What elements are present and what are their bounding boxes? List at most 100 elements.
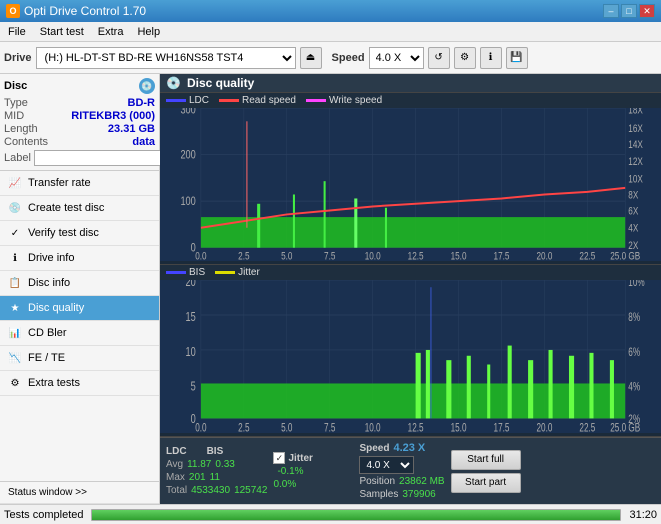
svg-text:6%: 6%	[628, 347, 640, 360]
start-full-button[interactable]: Start full	[451, 450, 521, 470]
eject-button[interactable]: ⏏	[300, 47, 322, 69]
disc-label-label: Label	[4, 152, 31, 164]
stats-area: LDC BIS Avg 11.87 0.33 Max 201 11 Total …	[160, 437, 661, 504]
legend-ldc: LDC	[166, 95, 209, 106]
disc-quality-icon: ★	[8, 301, 22, 315]
speed-select[interactable]: 4.0 X	[369, 47, 424, 69]
mid-value: RITEKBR3 (000)	[71, 110, 155, 122]
bis-max: 11	[210, 472, 220, 483]
disc-icon: 💿	[139, 78, 155, 94]
content-title: Disc quality	[187, 76, 254, 90]
maximize-button[interactable]: □	[621, 4, 637, 18]
nav-fe-te-label: FE / TE	[28, 352, 65, 364]
progress-container	[91, 509, 621, 521]
max-label: Max	[166, 472, 185, 483]
content-header: 💿 Disc quality	[160, 74, 661, 93]
nav-disc-quality[interactable]: ★ Disc quality	[0, 296, 159, 321]
nav-drive-info[interactable]: ℹ Drive info	[0, 246, 159, 271]
nav-disc-info[interactable]: 📋 Disc info	[0, 271, 159, 296]
svg-text:15.0: 15.0	[451, 422, 467, 433]
svg-text:17.5: 17.5	[494, 422, 510, 433]
bis-legend-color	[166, 271, 186, 274]
svg-text:12.5: 12.5	[408, 422, 424, 433]
nav-verify-test-disc[interactable]: ✓ Verify test disc	[0, 221, 159, 246]
contents-label: Contents	[4, 136, 48, 148]
read-speed-legend-label: Read speed	[242, 95, 296, 106]
settings-button[interactable]: ⚙	[454, 47, 476, 69]
nav-disc-info-label: Disc info	[28, 277, 70, 289]
svg-text:10X: 10X	[628, 174, 643, 186]
nav-transfer-rate[interactable]: 📈 Transfer rate	[0, 171, 159, 196]
bis-total: 125742	[234, 485, 267, 496]
status-time: 31:20	[629, 509, 657, 521]
menu-start-test[interactable]: Start test	[34, 24, 90, 40]
close-button[interactable]: ✕	[639, 4, 655, 18]
status-text: Tests completed	[4, 509, 83, 521]
svg-text:15.0: 15.0	[451, 251, 467, 261]
type-label: Type	[4, 97, 28, 109]
svg-text:10.0: 10.0	[365, 422, 381, 433]
menu-file[interactable]: File	[2, 24, 32, 40]
svg-text:0.0: 0.0	[195, 422, 207, 433]
nav-extra-tests[interactable]: ⚙ Extra tests	[0, 371, 159, 396]
drive-label: Drive	[4, 52, 32, 64]
mid-label: MID	[4, 110, 24, 122]
disc-label-input[interactable]	[34, 150, 172, 166]
app-icon: O	[6, 4, 20, 18]
nav-cd-bler[interactable]: 📊 CD Bler	[0, 321, 159, 346]
svg-text:10%: 10%	[628, 280, 644, 289]
status-window-button[interactable]: Status window >>	[0, 481, 159, 504]
disc-info-icon: 📋	[8, 276, 22, 290]
length-label: Length	[4, 123, 38, 135]
legend-read-speed: Read speed	[219, 95, 296, 106]
bis-legend-label: BIS	[189, 267, 205, 278]
statusbar: Tests completed 31:20	[0, 504, 661, 524]
svg-text:6X: 6X	[628, 205, 639, 217]
svg-text:5.0: 5.0	[281, 251, 292, 261]
svg-text:5.0: 5.0	[281, 422, 293, 433]
svg-text:16X: 16X	[628, 123, 643, 135]
samples-val: 379906	[402, 489, 435, 500]
nav-create-test-disc-label: Create test disc	[28, 202, 104, 214]
nav-fe-te[interactable]: 📉 FE / TE	[0, 346, 159, 371]
chart2-svg: 20 15 10 5 0 10% 8% 6% 4% 2% 0.0 2.5 5.0…	[160, 280, 661, 433]
svg-text:0.0: 0.0	[195, 251, 206, 261]
nav-verify-test-disc-label: Verify test disc	[28, 227, 99, 239]
drive-select[interactable]: (H:) HL-DT-ST BD-RE WH16NS58 TST4	[36, 47, 296, 69]
refresh-button[interactable]: ↺	[428, 47, 450, 69]
svg-text:4X: 4X	[628, 223, 639, 235]
svg-text:10: 10	[186, 345, 196, 359]
save-button[interactable]: 💾	[506, 47, 528, 69]
jitter-max: 0.0%	[273, 479, 296, 490]
extra-tests-icon: ⚙	[8, 376, 22, 390]
svg-text:2.5: 2.5	[238, 422, 250, 433]
svg-text:14X: 14X	[628, 139, 643, 151]
samples-label: Samples	[359, 489, 398, 500]
length-value: 23.31 GB	[108, 123, 155, 135]
start-part-button[interactable]: Start part	[451, 473, 521, 493]
nav-create-test-disc[interactable]: 💿 Create test disc	[0, 196, 159, 221]
nav-drive-info-label: Drive info	[28, 252, 74, 264]
menu-extra[interactable]: Extra	[92, 24, 130, 40]
minimize-button[interactable]: –	[603, 4, 619, 18]
svg-text:200: 200	[180, 148, 195, 161]
speed-col-header: Speed	[359, 443, 389, 454]
toolbar: Drive (H:) HL-DT-ST BD-RE WH16NS58 TST4 …	[0, 42, 661, 74]
write-speed-legend-label: Write speed	[329, 95, 382, 106]
nav-disc-quality-label: Disc quality	[28, 302, 84, 314]
sidebar-nav: 📈 Transfer rate 💿 Create test disc ✓ Ver…	[0, 171, 159, 396]
titlebar: O Opti Drive Control 1.70 – □ ✕	[0, 0, 661, 22]
stats-speed-select[interactable]: 4.0 X	[359, 456, 414, 474]
speed-val: 4.23 X	[393, 442, 425, 454]
chart2-container: BIS Jitter	[160, 265, 661, 437]
ldc-total: 4533430	[191, 485, 230, 496]
svg-text:4%: 4%	[628, 381, 640, 394]
status-window-label: Status window >>	[8, 487, 87, 498]
disc-quality-header-icon: 💿	[166, 76, 181, 90]
menu-help[interactable]: Help	[131, 24, 166, 40]
info-button[interactable]: ℹ	[480, 47, 502, 69]
svg-text:2.5: 2.5	[238, 251, 249, 261]
ldc-avg: 11.87	[187, 459, 211, 470]
jitter-checkbox[interactable]: ✓	[273, 452, 285, 464]
jitter-avg: -0.1%	[277, 466, 303, 477]
